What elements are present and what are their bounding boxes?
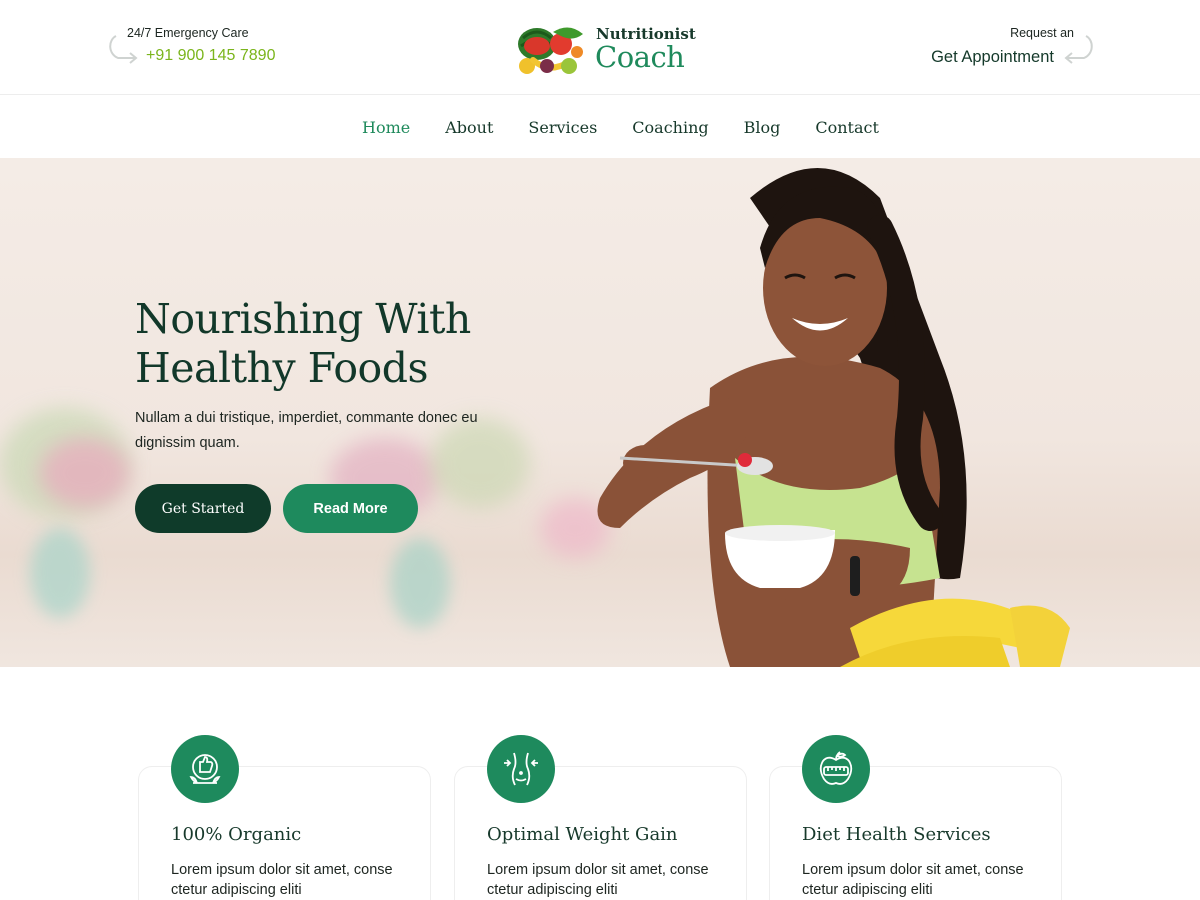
background-blur bbox=[390, 538, 450, 628]
nav-item-home[interactable]: Home bbox=[362, 118, 410, 137]
service-title: Diet Health Services bbox=[802, 824, 991, 845]
get-appointment-label[interactable]: Get Appointment bbox=[931, 48, 1054, 67]
hero-description: Nullam a dui tristique, imperdiet, comma… bbox=[135, 410, 478, 451]
background-blur bbox=[30, 528, 90, 618]
hero-title: Nourishing With Healthy Foods bbox=[135, 295, 471, 393]
phone-number[interactable]: +91 900 145 7890 bbox=[146, 47, 275, 65]
curved-arrow-icon bbox=[1064, 35, 1093, 64]
nav-item-blog[interactable]: Blog bbox=[744, 118, 781, 137]
nav-item-about[interactable]: About bbox=[445, 118, 493, 137]
apple-measure-icon bbox=[802, 735, 870, 803]
appointment-link[interactable]: Request an Get Appointment bbox=[900, 24, 1096, 74]
nav-item-services[interactable]: Services bbox=[528, 118, 597, 137]
service-text: Lorem ipsum dolor sit amet, conse ctetur… bbox=[802, 862, 1024, 898]
hero-section: Nourishing With Healthy Foods Nullam a d… bbox=[0, 158, 1200, 667]
read-more-button[interactable]: Read More bbox=[283, 484, 418, 533]
service-text: Lorem ipsum dolor sit amet, conse ctetur… bbox=[487, 862, 709, 898]
main-nav: Home About Services Coaching Blog Contac… bbox=[0, 96, 1200, 158]
emergency-contact[interactable]: 24/7 Emergency Care +91 900 145 7890 bbox=[106, 24, 306, 74]
site-logo[interactable]: Nutritionist Coach bbox=[513, 18, 696, 80]
woman-eating-illustration bbox=[597, 168, 1070, 667]
nav-list: Home About Services Coaching Blog Contac… bbox=[362, 118, 914, 137]
top-header: 24/7 Emergency Care +91 900 145 7890 Nut… bbox=[0, 0, 1200, 95]
organic-icon bbox=[171, 735, 239, 803]
fruit-basket-icon bbox=[518, 27, 583, 74]
nav-item-coaching[interactable]: Coaching bbox=[632, 118, 708, 137]
body-shape-icon bbox=[487, 735, 555, 803]
background-blur bbox=[40, 438, 130, 508]
service-text: Lorem ipsum dolor sit amet, conse ctetur… bbox=[171, 862, 393, 898]
hero-title-line-2: Healthy Foods bbox=[135, 344, 429, 392]
service-title: 100% Organic bbox=[171, 824, 302, 845]
get-started-button[interactable]: Get Started bbox=[135, 484, 271, 533]
nav-item-contact[interactable]: Contact bbox=[815, 118, 879, 137]
services-section: 100% Organic Lorem ipsum dolor sit amet,… bbox=[0, 667, 1200, 900]
hero-title-line-1: Nourishing With bbox=[135, 295, 471, 343]
logo-line-2: Coach bbox=[595, 40, 685, 74]
emergency-label: 24/7 Emergency Care bbox=[127, 26, 249, 40]
service-title: Optimal Weight Gain bbox=[487, 824, 678, 845]
